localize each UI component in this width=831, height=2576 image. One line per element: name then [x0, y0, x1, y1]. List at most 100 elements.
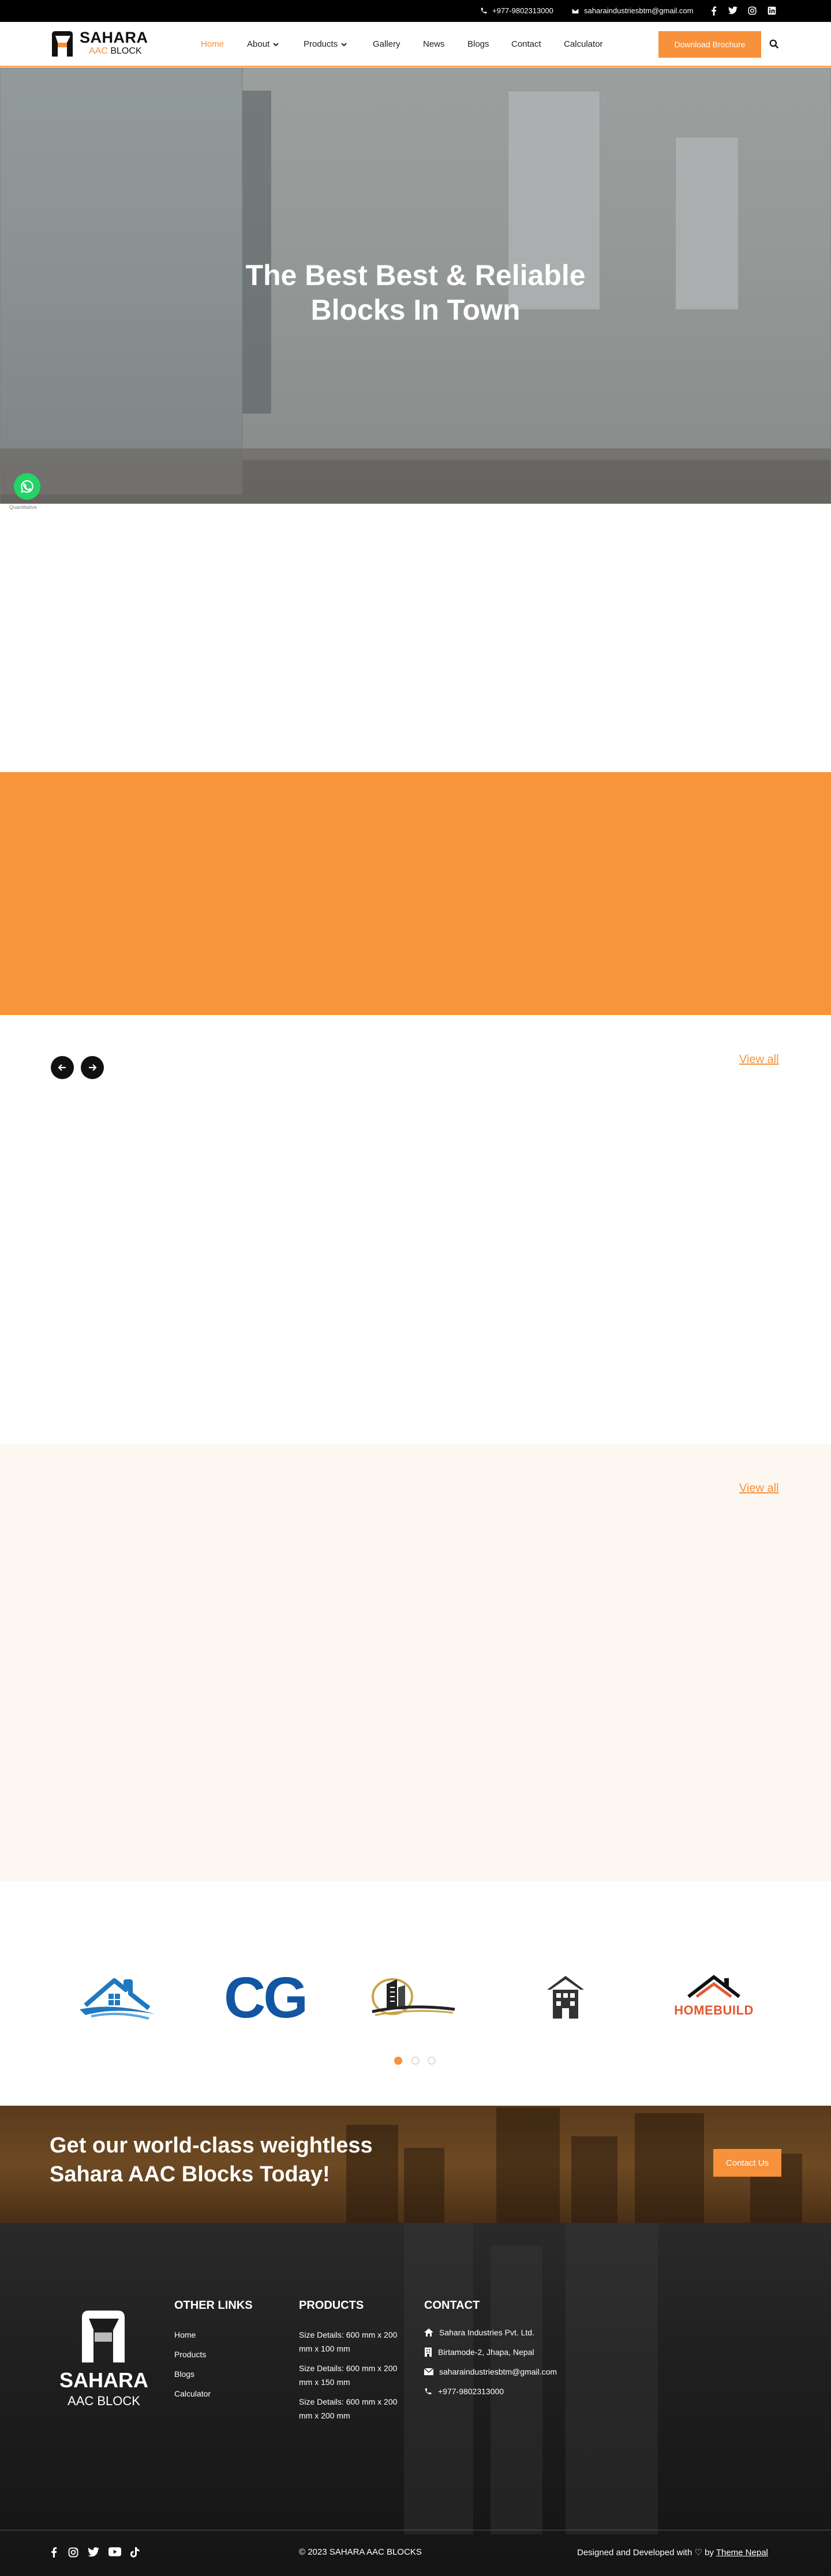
cta-skyline-building: [496, 2107, 560, 2223]
footer-credit-prefix: Designed and Developed with ♡ by: [577, 2548, 716, 2558]
whatsapp-button[interactable]: [14, 473, 40, 500]
topbar-email[interactable]: saharaindustriesbtm@gmail.com: [571, 6, 694, 15]
footer-logo-icon[interactable]: [78, 2308, 128, 2364]
homebuild-logo: HOMEBUILD: [671, 1974, 757, 2019]
envelope-icon: [424, 2368, 433, 2375]
carousel-dot-1[interactable]: [394, 2057, 402, 2065]
nav-news[interactable]: News: [423, 39, 445, 49]
slider-prev-button[interactable]: [51, 1056, 74, 1079]
cta-title-line-1: Get our world-class weightless: [50, 2133, 373, 2158]
footer-contact-company: Sahara Industries Pvt. Ltd.: [424, 2328, 534, 2337]
footer-bg-building: [404, 2223, 473, 2534]
cta-title: Get our world-class weightless Sahara AA…: [50, 2131, 373, 2189]
top-bar: +977-9802313000 saharaindustriesbtm@gmai…: [0, 0, 831, 22]
phone-icon: [425, 2388, 432, 2395]
instagram-icon[interactable]: [748, 6, 757, 15]
theme-nepal-link[interactable]: Theme Nepal: [716, 2548, 768, 2558]
footer-credit: Designed and Developed with ♡ by Theme N…: [577, 2547, 768, 2558]
sahara-logo-icon[interactable]: [50, 30, 75, 58]
nav-contact[interactable]: Contact: [511, 39, 541, 49]
download-brochure-button[interactable]: Download Brochure: [658, 31, 761, 58]
footer-address-text: Birtamode-2, Jhapa, Nepal: [438, 2347, 534, 2357]
nav-about[interactable]: About: [247, 39, 279, 49]
nav-about-label: About: [247, 39, 270, 49]
nav-home-label: Home: [201, 39, 224, 49]
home-icon: [424, 2328, 433, 2337]
orange-feature-section: [0, 772, 831, 1015]
footer-email-text: saharaindustriesbtm@gmail.com: [439, 2367, 557, 2376]
twitter-icon[interactable]: [88, 2547, 99, 2557]
carousel-dot-3[interactable]: [428, 2057, 436, 2065]
logo-subtitle: AAC BLOCK: [89, 46, 142, 57]
view-all-link[interactable]: View all: [739, 1482, 779, 1495]
search-icon[interactable]: [769, 39, 779, 49]
footer-contact-email[interactable]: saharaindustriesbtm@gmail.com: [424, 2367, 557, 2376]
nav-contact-label: Contact: [511, 39, 541, 49]
facebook-icon[interactable]: [51, 2547, 57, 2558]
footer-contact-address: Birtamode-2, Jhapa, Nepal: [424, 2347, 534, 2357]
cream-section: View all: [0, 1444, 831, 1881]
whatsapp-caption: Quantitative: [9, 504, 38, 510]
nav-calculator-label: Calculator: [564, 39, 603, 49]
chevron-down-icon: [273, 42, 279, 46]
hero-title: The Best Best & Reliable Blocks In Town: [185, 258, 646, 327]
arrow-left-icon: [58, 1064, 66, 1071]
footer-company-text: Sahara Industries Pvt. Ltd.: [439, 2328, 534, 2337]
cta-banner: Get our world-class weightless Sahara AA…: [0, 2106, 831, 2223]
cg-logo: CG: [224, 1965, 308, 2030]
youtube-icon[interactable]: [108, 2547, 121, 2556]
footer-heading-contact: CONTACT: [424, 2299, 480, 2312]
slider-next-button[interactable]: [81, 1056, 104, 1079]
topbar-email-text: saharaindustriesbtm@gmail.com: [584, 6, 694, 15]
hero-banner: The Best Best & Reliable Blocks In Town: [0, 68, 831, 504]
hero-title-line-1: The Best Best & Reliable: [245, 259, 586, 291]
cta-skyline-building: [635, 2113, 704, 2223]
footer-logo-subtitle: AAC BLOCK: [68, 2394, 140, 2408]
footer-phone-text: +977-9802313000: [438, 2387, 504, 2396]
nav-blogs[interactable]: Blogs: [467, 39, 489, 49]
cta-title-line-2: Sahara AAC Blocks Today!: [50, 2162, 330, 2186]
topbar-phone-text: +977-9802313000: [492, 6, 553, 15]
arrow-right-icon: [89, 1064, 97, 1071]
carousel-dot-2[interactable]: [411, 2057, 420, 2065]
footer-bg-building: [566, 2223, 658, 2534]
tiktok-icon[interactable]: [130, 2547, 140, 2558]
homebuild-roof-icon: [687, 1975, 740, 1998]
footer-link-products[interactable]: Products: [174, 2350, 206, 2359]
homebuild-text: HOMEBUILD: [674, 2003, 754, 2017]
cta-skyline-building: [404, 2148, 444, 2223]
building-icon: [425, 2347, 432, 2357]
nav-products[interactable]: Products: [304, 39, 347, 49]
site-header: SAHARA AAC BLOCK Home About Products Gal…: [0, 22, 831, 67]
linkedin-icon[interactable]: [768, 6, 776, 15]
hero-title-line-2: Blocks In Town: [310, 294, 521, 326]
whatsapp-icon: [21, 480, 33, 493]
site-footer: SAHARA AAC BLOCK OTHER LINKS Home Produc…: [0, 2223, 831, 2576]
building-swoosh-logo: [372, 1978, 455, 2016]
logo-title[interactable]: SAHARA: [80, 29, 148, 47]
footer-product-3[interactable]: Size Details: 600 mm x 200 mm x 200 mm: [299, 2395, 409, 2423]
footer-link-blogs[interactable]: Blogs: [174, 2369, 194, 2379]
topbar-phone[interactable]: +977-9802313000: [480, 6, 553, 15]
twitter-icon[interactable]: [728, 6, 738, 14]
instagram-icon[interactable]: [68, 2547, 78, 2558]
view-all-link[interactable]: View all: [739, 1053, 779, 1066]
nav-home[interactable]: Home: [201, 39, 224, 49]
facebook-icon[interactable]: [711, 6, 717, 16]
envelope-icon: [571, 8, 579, 14]
footer-link-calculator[interactable]: Calculator: [174, 2389, 211, 2398]
logo-subtitle-accent: AAC: [89, 46, 108, 56]
nav-calculator[interactable]: Calculator: [564, 39, 603, 49]
footer-logo-title: SAHARA: [59, 2368, 148, 2392]
contact-us-button[interactable]: Contact Us: [713, 2149, 781, 2177]
footer-heading-other-links: OTHER LINKS: [174, 2299, 253, 2312]
tower-logo: [547, 1976, 584, 2019]
footer-copyright: © 2023 SAHARA AAC BLOCKS: [299, 2547, 422, 2557]
nav-gallery-label: Gallery: [373, 39, 400, 49]
nav-gallery[interactable]: Gallery: [373, 39, 400, 49]
footer-product-2[interactable]: Size Details: 600 mm x 200 mm x 150 mm: [299, 2361, 409, 2389]
nav-blogs-label: Blogs: [467, 39, 489, 49]
footer-product-1[interactable]: Size Details: 600 mm x 200 mm x 100 mm: [299, 2328, 409, 2356]
footer-contact-phone[interactable]: +977-9802313000: [424, 2387, 504, 2396]
footer-link-home[interactable]: Home: [174, 2330, 196, 2339]
